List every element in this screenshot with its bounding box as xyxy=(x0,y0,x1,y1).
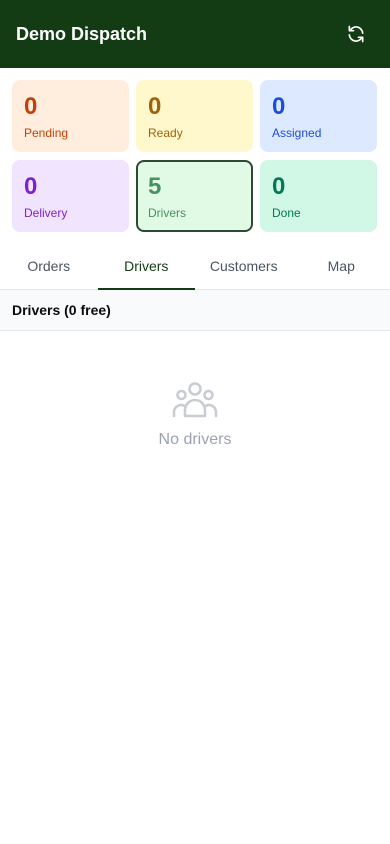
stat-label: Pending xyxy=(24,126,69,140)
stat-count: 5 xyxy=(148,173,162,200)
stat-label: Assigned xyxy=(272,126,322,140)
refresh-icon xyxy=(348,25,364,43)
tab-bar: Orders Drivers Customers Map xyxy=(0,244,390,290)
section-title: Drivers (0 free) xyxy=(12,302,111,318)
stat-card-ready[interactable]: 0 Ready xyxy=(136,80,253,152)
empty-state-text: No drivers xyxy=(158,431,232,448)
refresh-button[interactable] xyxy=(338,16,374,52)
tab-orders[interactable]: Orders xyxy=(0,244,98,289)
stat-card-pending[interactable]: 0 Pending xyxy=(12,80,129,152)
stat-label: Drivers xyxy=(148,206,186,220)
app-header: Demo Dispatch xyxy=(0,0,390,68)
stat-card-drivers[interactable]: 5 Drivers xyxy=(136,160,253,232)
users-icon xyxy=(172,382,218,418)
tab-drivers[interactable]: Drivers xyxy=(97,244,196,290)
app-title: Demo Dispatch xyxy=(16,23,148,44)
tab-map[interactable]: Map xyxy=(293,244,390,289)
empty-state: No drivers xyxy=(0,331,390,449)
stat-label: Done xyxy=(272,206,301,220)
stat-count: 0 xyxy=(24,93,38,120)
section-header: Drivers (0 free) xyxy=(0,290,390,331)
stat-card-delivery[interactable]: 0 Delivery xyxy=(12,160,129,232)
stat-card-assigned[interactable]: 0 Assigned xyxy=(260,80,377,152)
stat-label: Delivery xyxy=(24,206,68,220)
stat-label: Ready xyxy=(148,126,183,140)
stat-count: 0 xyxy=(24,173,38,200)
tab-customers[interactable]: Customers xyxy=(195,244,293,289)
stat-count: 0 xyxy=(148,93,162,120)
stat-card-done[interactable]: 0 Done xyxy=(260,160,377,232)
app-root: Demo Dispatch 0 Pending 0 Ready 0 Assign… xyxy=(0,0,390,844)
stats-grid: 0 Pending 0 Ready 0 Assigned 0 Delivery … xyxy=(0,68,390,232)
stat-count: 0 xyxy=(272,173,286,200)
stat-count: 0 xyxy=(272,93,286,120)
